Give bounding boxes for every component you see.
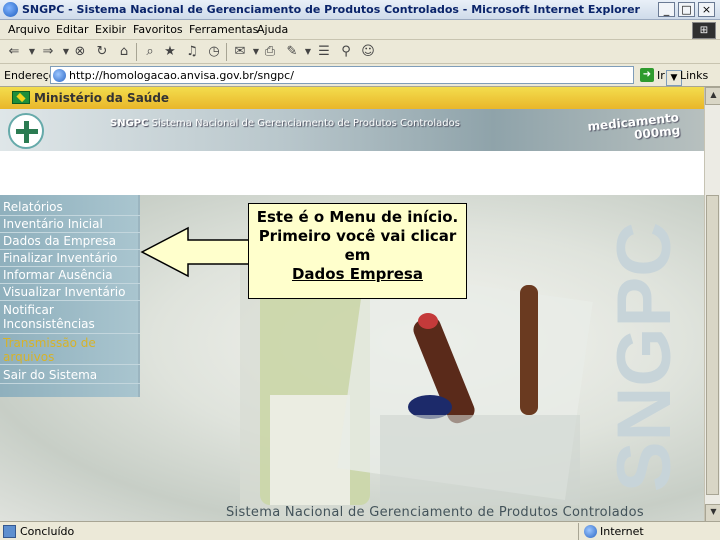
- scroll-thumb[interactable]: [706, 195, 719, 495]
- callout-link: Dados Empresa: [291, 265, 423, 283]
- zone-text: Internet: [600, 525, 644, 538]
- status-separator: [578, 523, 579, 540]
- callout-line1: Este é o Menu de início.: [256, 208, 459, 226]
- vertical-scrollbar[interactable]: ▲ ▼: [704, 87, 720, 522]
- callout-line2: Primeiro você vai clicar: [258, 227, 457, 245]
- status-text: Concluído: [20, 525, 75, 538]
- instruction-callout: Este é o Menu de início. Primeiro você v…: [248, 203, 467, 299]
- scroll-down-icon[interactable]: ▼: [705, 504, 720, 522]
- left-arrow-icon: [140, 226, 251, 278]
- callout-line3: em: [344, 246, 371, 264]
- status-bar: Concluído Internet: [0, 521, 720, 540]
- internet-zone-icon: [584, 525, 597, 538]
- page-done-icon: [3, 525, 16, 538]
- scroll-up-icon[interactable]: ▲: [705, 87, 720, 105]
